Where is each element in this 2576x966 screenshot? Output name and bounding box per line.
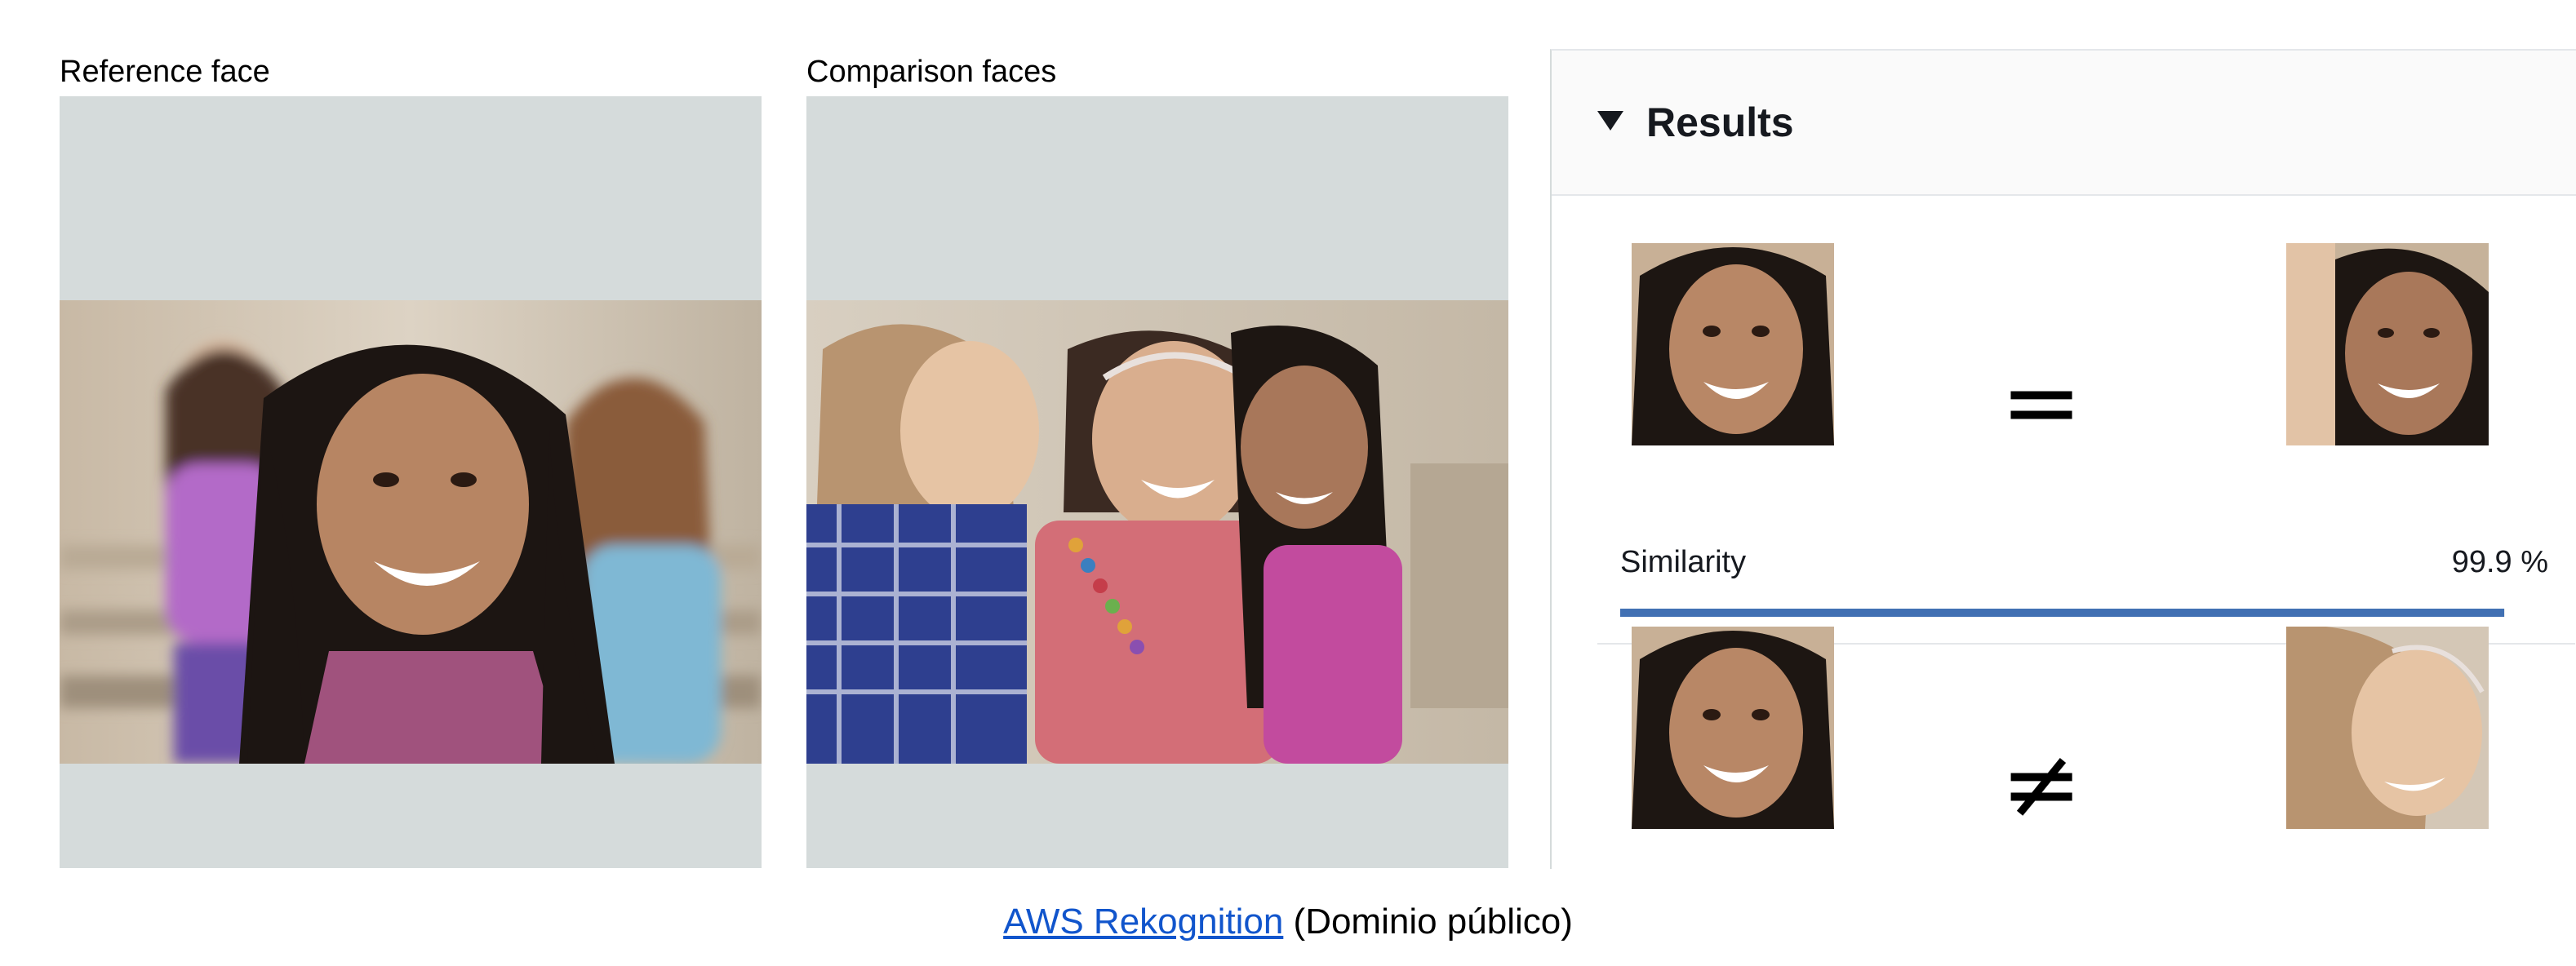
caption-suffix: (Dominio público) xyxy=(1283,902,1573,942)
collapse-caret-icon[interactable] xyxy=(1597,111,1623,131)
match-not-equal-icon: ≠ xyxy=(2000,728,2083,841)
comparison-photo xyxy=(806,300,1508,764)
results-header[interactable]: Results xyxy=(1552,51,2576,196)
aws-rekognition-link[interactable]: AWS Rekognition xyxy=(1003,902,1283,942)
comparison-faces-label: Comparison faces xyxy=(806,55,1057,89)
results-panel: Results = Similarity 99.9 % ≠ xyxy=(1550,49,2576,869)
image-caption: AWS Rekognition (Dominio público) xyxy=(0,899,2576,945)
match-reference-thumbnail xyxy=(1632,243,1834,445)
match-equals-icon: = xyxy=(2000,346,2083,459)
nonmatch-comparison-thumbnail xyxy=(2286,627,2489,829)
comparison-image-frame[interactable] xyxy=(806,96,1508,868)
reference-image-frame[interactable] xyxy=(60,96,762,868)
results-title: Results xyxy=(1646,100,1794,145)
reference-face-label: Reference face xyxy=(60,55,270,89)
nonmatch-reference-thumbnail xyxy=(1632,627,1834,829)
similarity-label: Similarity xyxy=(1620,545,1747,579)
similarity-value: 99.9 % xyxy=(2451,545,2548,579)
similarity-progress-fill xyxy=(1620,609,2504,617)
similarity-progress-bar xyxy=(1620,609,2505,617)
match-comparison-thumbnail xyxy=(2286,243,2489,445)
reference-photo xyxy=(60,300,762,764)
